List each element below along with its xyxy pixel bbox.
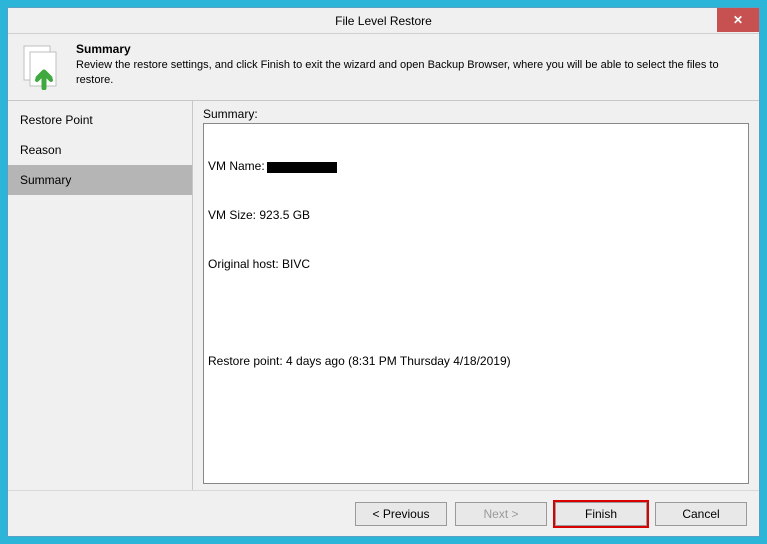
window-title: File Level Restore [335,14,432,28]
next-button[interactable]: Next > [455,502,547,526]
close-button[interactable]: ✕ [717,8,759,32]
finish-button[interactable]: Finish [555,502,647,526]
wizard-header: Summary Review the restore settings, and… [8,34,759,100]
sidebar-item-reason[interactable]: Reason [8,135,192,165]
summary-restore-point: Restore point: 4 days ago (8:31 PM Thurs… [208,353,744,369]
header-title: Summary [76,42,749,56]
summary-textbox[interactable]: VM Name: VM Size: 923.5 GB Original host… [203,123,749,484]
sidebar-item-summary[interactable]: Summary [8,165,192,195]
wizard-main: Summary: VM Name: VM Size: 923.5 GB Orig… [193,101,759,490]
summary-vm-name: VM Name: [208,158,744,174]
redacted-vm-name [267,162,337,173]
cancel-button[interactable]: Cancel [655,502,747,526]
wizard-body: Restore Point Reason Summary Summary: VM… [8,100,759,490]
summary-original-host: Original host: BIVC [208,256,744,272]
wizard-window: File Level Restore ✕ Summary Review the … [7,7,760,537]
titlebar: File Level Restore ✕ [8,8,759,34]
previous-button[interactable]: < Previous [355,502,447,526]
header-description: Review the restore settings, and click F… [76,58,749,88]
wizard-steps-sidebar: Restore Point Reason Summary [8,101,193,490]
wizard-footer: < Previous Next > Finish Cancel [8,490,759,536]
close-icon: ✕ [733,13,743,27]
summary-icon [18,42,66,90]
sidebar-item-restore-point[interactable]: Restore Point [8,105,192,135]
summary-label: Summary: [203,107,749,121]
summary-vm-size: VM Size: 923.5 GB [208,207,744,223]
header-text: Summary Review the restore settings, and… [76,42,749,88]
